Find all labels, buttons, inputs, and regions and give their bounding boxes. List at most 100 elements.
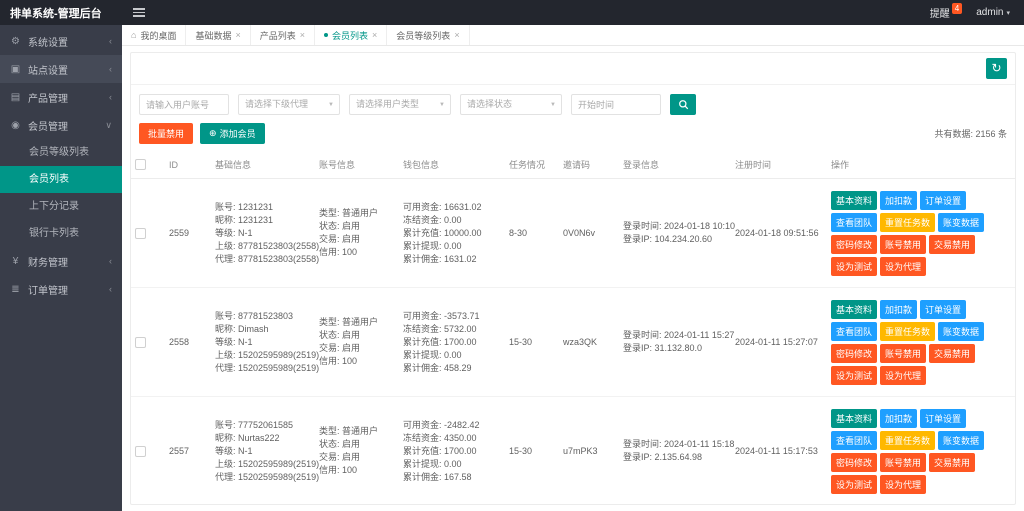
select-placeholder: 请选择下级代理 xyxy=(245,99,309,109)
basic-info-button[interactable]: 基本资料 xyxy=(831,408,878,428)
set-agent-button[interactable]: 设为代理 xyxy=(880,365,927,385)
close-icon[interactable]: × xyxy=(372,30,377,40)
account-change-button[interactable]: 账变数据 xyxy=(938,321,985,341)
task-status: 15-30 xyxy=(505,287,559,397)
close-icon[interactable]: × xyxy=(300,30,305,40)
tab-member-list[interactable]: 会员列表 × xyxy=(315,25,388,45)
chevron-down-icon: ▾ xyxy=(1006,9,1010,17)
row-checkbox[interactable] xyxy=(135,445,146,457)
info-line: 上级: 87781523803(2558) xyxy=(215,240,320,251)
login-info-cell: 登录时间: 2024-01-11 15:27 登录IP: 31.132.80.0 xyxy=(623,329,734,355)
set-agent-button[interactable]: 设为代理 xyxy=(880,256,927,276)
add-icon: ⊕ xyxy=(209,128,217,138)
user-menu[interactable]: admin ▾ xyxy=(976,7,1010,18)
info-line: 登录IP: 2.135.64.98 xyxy=(623,452,703,462)
select-all-checkbox[interactable] xyxy=(135,159,146,171)
table-row: 2557 账号: 77752061585 昵称: Nurtas222 等级: N… xyxy=(131,396,1015,504)
row-checkbox[interactable] xyxy=(135,227,146,239)
sidebar-item-system-settings[interactable]: ⚙ 系统设置 ‹ xyxy=(0,27,122,55)
basic-info-button[interactable]: 基本资料 xyxy=(831,299,878,319)
account-disable-button[interactable]: 账号禁用 xyxy=(880,452,927,472)
info-line: 交易: 启用 xyxy=(319,343,361,353)
info-line: 累计提现: 0.00 xyxy=(403,349,462,360)
search-icon xyxy=(678,100,688,110)
table-row: 2559 账号: 1231231 昵称: 1231231 等级: N-1 上级:… xyxy=(131,178,1015,288)
order-setting-button[interactable]: 订单设置 xyxy=(920,299,967,319)
password-edit-button[interactable]: 密码修改 xyxy=(831,343,878,363)
table-header-row: ID 基础信息 账号信息 钱包信息 任务情况 邀请码 登录信息 注册时间 操作 xyxy=(131,151,1015,179)
tab-basic-data[interactable]: 基础数据 × xyxy=(186,25,251,45)
sidebar-item-site-settings[interactable]: ▣ 站点设置 ‹ xyxy=(0,55,122,83)
close-icon[interactable]: × xyxy=(454,30,459,40)
select-placeholder: 请选择状态 xyxy=(467,99,513,109)
tab-product-list[interactable]: 产品列表 × xyxy=(251,25,316,45)
info-line: 可用资金: -3573.71 xyxy=(403,310,480,321)
trade-disable-button[interactable]: 交易禁用 xyxy=(929,234,976,254)
info-line: 类型: 普通用户 xyxy=(319,426,379,436)
view-team-button[interactable]: 查看团队 xyxy=(831,212,878,232)
user-type-select[interactable]: 请选择用户类型 ▼ xyxy=(349,94,451,115)
refresh-button[interactable]: ↻ xyxy=(986,58,1007,79)
add-deduct-button[interactable]: 加扣款 xyxy=(880,408,918,428)
status-select[interactable]: 请选择状态 ▼ xyxy=(460,94,562,115)
password-edit-button[interactable]: 密码修改 xyxy=(831,234,878,254)
info-line: 账号: 87781523803 xyxy=(215,310,294,321)
trade-disable-button[interactable]: 交易禁用 xyxy=(929,452,976,472)
account-change-button[interactable]: 账变数据 xyxy=(938,212,985,232)
chevron-down-icon: ▼ xyxy=(550,102,556,108)
wallet-info-cell: 可用资金: -2482.42 冻结资金: 4350.00 累计充值: 1700.… xyxy=(403,419,501,484)
set-test-button[interactable]: 设为测试 xyxy=(831,365,878,385)
notice-label: 提醒 xyxy=(929,9,950,20)
order-setting-button[interactable]: 订单设置 xyxy=(920,190,967,210)
invite-code: u7mPK3 xyxy=(559,396,619,504)
member-id: 2558 xyxy=(165,287,211,397)
tab-member-level-list[interactable]: 会员等级列表 × xyxy=(387,25,470,45)
sidebar-item-product-management[interactable]: ▤ 产品管理 ‹ xyxy=(0,83,122,111)
view-team-button[interactable]: 查看团队 xyxy=(831,430,878,450)
set-agent-button[interactable]: 设为代理 xyxy=(880,474,927,494)
sidebar-item-updown-records[interactable]: 上下分记录 xyxy=(0,193,122,220)
sidebar-item-member-management[interactable]: ◉ 会员管理 ∨ xyxy=(0,111,122,139)
start-time-input[interactable] xyxy=(571,94,661,115)
basic-info-cell: 账号: 87781523803 昵称: Dimash 等级: N-1 上级: 1… xyxy=(215,310,319,375)
reset-task-button[interactable]: 重置任务数 xyxy=(880,321,936,341)
finance-icon: ¥ xyxy=(12,255,19,267)
agent-select[interactable]: 请选择下级代理 ▼ xyxy=(238,94,340,115)
operations-cell: 基本资料 加扣款 订单设置 查看团队 重置任务数 账变数据 密码修改 账号禁用 … xyxy=(831,408,1011,494)
trade-disable-button[interactable]: 交易禁用 xyxy=(929,343,976,363)
reset-task-button[interactable]: 重置任务数 xyxy=(880,430,936,450)
reset-task-button[interactable]: 重置任务数 xyxy=(880,212,936,232)
basic-info-button[interactable]: 基本资料 xyxy=(831,190,878,210)
row-checkbox[interactable] xyxy=(135,336,146,348)
menu-toggle-icon[interactable] xyxy=(122,0,156,25)
sidebar-item-member-level-list[interactable]: 会员等级列表 xyxy=(0,139,122,166)
add-deduct-button[interactable]: 加扣款 xyxy=(880,190,918,210)
account-disable-button[interactable]: 账号禁用 xyxy=(880,343,927,363)
close-icon[interactable]: × xyxy=(235,30,240,40)
sidebar-item-order-management[interactable]: ≣ 订单管理 ‹ xyxy=(0,275,122,303)
product-icon: ▤ xyxy=(10,91,21,103)
sidebar-item-bank-card-list[interactable]: 银行卡列表 xyxy=(0,220,122,247)
sidebar-item-finance-management[interactable]: ¥ 财务管理 ‹ xyxy=(0,247,122,275)
sidebar-item-member-list[interactable]: 会员列表 xyxy=(0,166,122,193)
sidebar-item-label: 财务管理 xyxy=(28,257,68,269)
add-deduct-button[interactable]: 加扣款 xyxy=(880,299,918,319)
invite-code: 0V0N6v xyxy=(559,178,619,288)
account-disable-button[interactable]: 账号禁用 xyxy=(880,234,927,254)
basic-info-cell: 账号: 77752061585 昵称: Nurtas222 等级: N-1 上级… xyxy=(215,419,319,484)
password-edit-button[interactable]: 密码修改 xyxy=(831,452,878,472)
notice-button[interactable]: 提醒 4 xyxy=(929,3,963,20)
info-line: 代理: 87781523803(2558) xyxy=(215,253,320,264)
account-search-input[interactable] xyxy=(139,94,229,115)
add-member-button[interactable]: ⊕ 添加会员 xyxy=(200,123,265,144)
info-line: 类型: 普通用户 xyxy=(319,208,379,218)
batch-disable-button[interactable]: 批量禁用 xyxy=(139,123,194,144)
set-test-button[interactable]: 设为测试 xyxy=(831,256,878,276)
view-team-button[interactable]: 查看团队 xyxy=(831,321,878,341)
task-status: 15-30 xyxy=(505,396,559,504)
tab-my-desktop[interactable]: ⌂ 我的桌面 xyxy=(122,25,187,45)
search-button[interactable] xyxy=(670,94,696,115)
set-test-button[interactable]: 设为测试 xyxy=(831,474,878,494)
order-setting-button[interactable]: 订单设置 xyxy=(920,408,967,428)
account-change-button[interactable]: 账变数据 xyxy=(938,430,985,450)
